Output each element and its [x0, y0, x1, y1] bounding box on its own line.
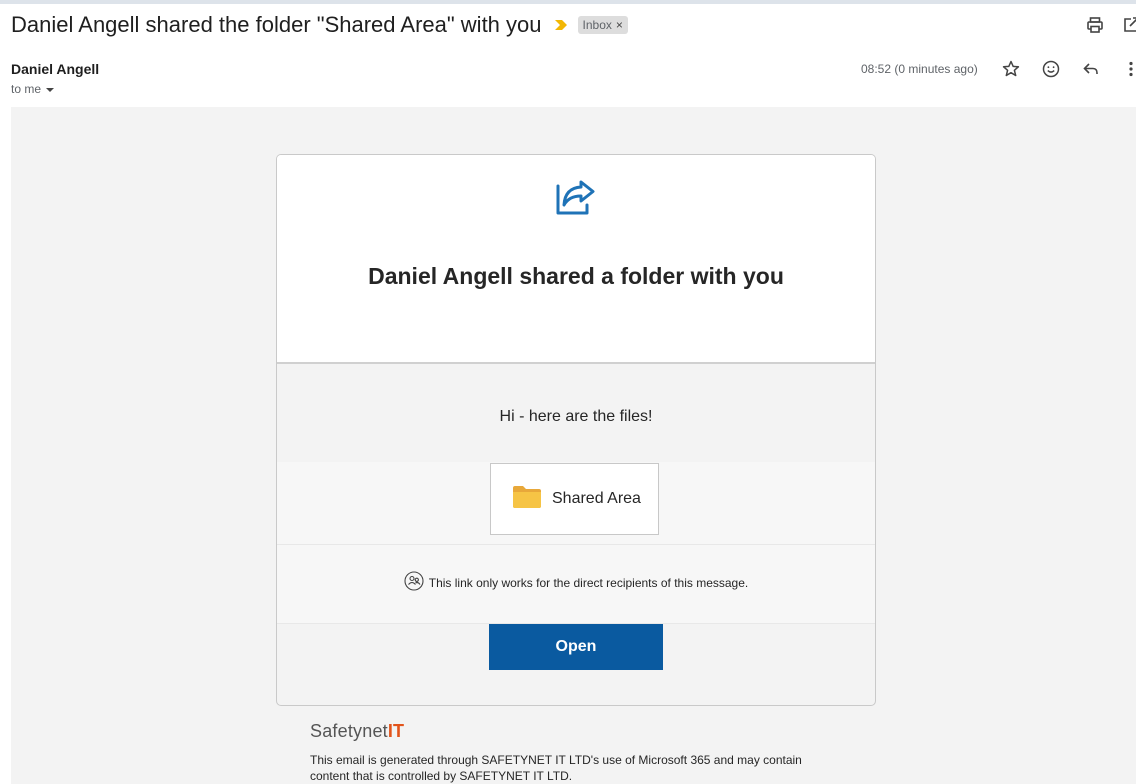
- label-name: Inbox: [582, 18, 612, 32]
- folder-name: Shared Area: [552, 490, 641, 507]
- importance-marker-icon[interactable]: [554, 18, 568, 32]
- open-in-new-window-icon[interactable]: [1120, 14, 1136, 36]
- print-icon[interactable]: [1084, 14, 1106, 36]
- email-subject: Daniel Angell shared the folder "Shared …: [11, 12, 542, 37]
- recipient-details[interactable]: to me: [11, 82, 55, 96]
- inbox-label-chip: Inbox ×: [577, 16, 628, 34]
- reply-icon[interactable]: [1080, 58, 1102, 80]
- share-icon: [555, 177, 599, 222]
- notice-text: This link only works for the direct reci…: [428, 575, 749, 590]
- card-header: Daniel Angell shared a folder with you: [277, 155, 875, 364]
- emoji-reaction-icon[interactable]: [1040, 58, 1062, 80]
- footer-disclaimer: This email is generated through SAFETYNE…: [310, 753, 802, 783]
- link-notice: This link only works for the direct reci…: [277, 571, 875, 594]
- open-button[interactable]: Open: [489, 624, 663, 670]
- recipient-label: to me: [11, 82, 42, 96]
- people-icon: [404, 571, 424, 594]
- brand-suffix: IT: [387, 721, 405, 741]
- thread-actions: [1084, 14, 1136, 36]
- card-title: Daniel Angell shared a folder with you: [368, 263, 784, 289]
- brand-name: Safetynet: [310, 721, 388, 741]
- subject-row: Daniel Angell shared the folder "Shared …: [11, 10, 628, 40]
- chevron-down-icon[interactable]: [45, 82, 55, 96]
- remove-label-button[interactable]: ×: [616, 18, 623, 32]
- message-timestamp: 08:52 (0 minutes ago): [861, 62, 978, 76]
- share-notification-card: Daniel Angell shared a folder with you H…: [276, 154, 876, 706]
- message-actions: [1000, 58, 1136, 80]
- more-vert-icon[interactable]: [1120, 58, 1136, 80]
- top-border: [0, 0, 1136, 4]
- shared-folder-link[interactable]: Shared Area: [490, 463, 659, 535]
- sender-name: Daniel Angell: [11, 61, 100, 77]
- folder-icon: [512, 485, 542, 514]
- share-message: Hi - here are the files!: [499, 408, 653, 425]
- star-icon[interactable]: [1000, 58, 1022, 80]
- company-logo: SafetynetIT: [310, 721, 404, 742]
